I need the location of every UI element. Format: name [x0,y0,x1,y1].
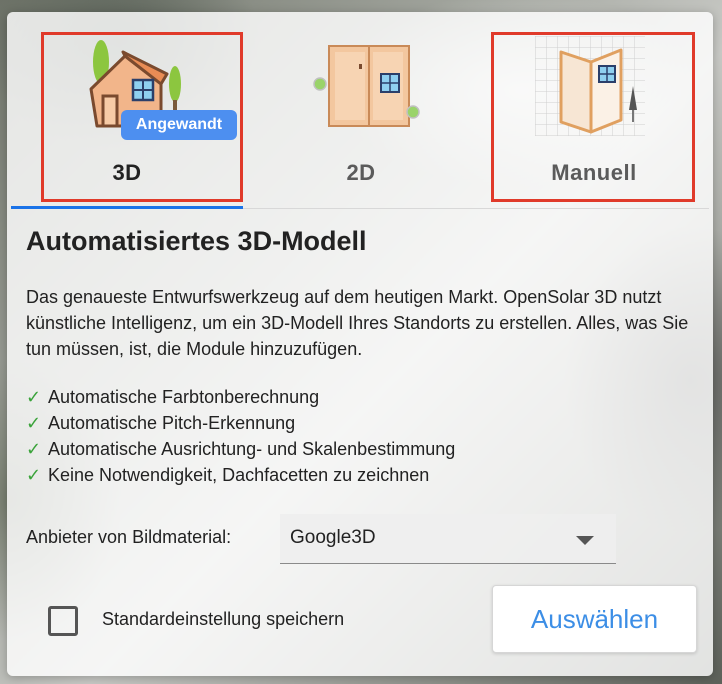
check-icon: ✓ [26,465,42,485]
check-icon: ✓ [26,387,42,407]
feature-list: ✓ Automatische Farbtonberechnung ✓ Autom… [26,384,455,488]
panel-title: Automatisiertes 3D-Modell [26,226,367,256]
feature-text: Automatische Ausrichtung- und Skalenbest… [48,439,456,459]
check-icon: ✓ [26,413,42,433]
save-default-label[interactable]: Standardeinstellung speichern [102,609,344,630]
dropdown-arrow-icon [576,536,594,545]
imagery-provider-label: Anbieter von Bildmaterial: [26,527,232,547]
feature-text: Automatische Farbtonberechnung [48,387,320,407]
plan-2d-icon [311,42,421,137]
feature-text: Keine Notwendigkeit, Dachfacetten zu zei… [48,465,430,485]
tab-2d[interactable]: 2D [243,12,479,206]
check-icon: ✓ [26,439,42,459]
save-default-checkbox[interactable] [48,606,78,636]
select-button[interactable]: Auswählen [492,585,697,653]
tab-divider [243,208,709,209]
active-tab-indicator [11,206,243,209]
list-item: ✓ Automatische Farbtonberechnung [26,384,455,410]
highlight-manual-box [491,32,695,202]
imagery-provider-select[interactable]: Google3D [280,514,616,564]
highlight-3d-box [41,32,243,202]
list-item: ✓ Automatische Ausrichtung- und Skalenbe… [26,436,455,462]
panel-description: Das genaueste Entwurfswerkzeug auf dem h… [26,287,689,359]
feature-text: Automatische Pitch-Erkennung [48,413,296,433]
list-item: ✓ Automatische Pitch-Erkennung [26,410,455,436]
design-mode-dialog: Angewandt 3D 2D Manuell Automatisiertes … [7,12,713,676]
imagery-provider-value: Google3D [290,527,376,548]
tab-2d-label: 2D [346,160,376,185]
list-item: ✓ Keine Notwendigkeit, Dachfacetten zu z… [26,462,455,488]
